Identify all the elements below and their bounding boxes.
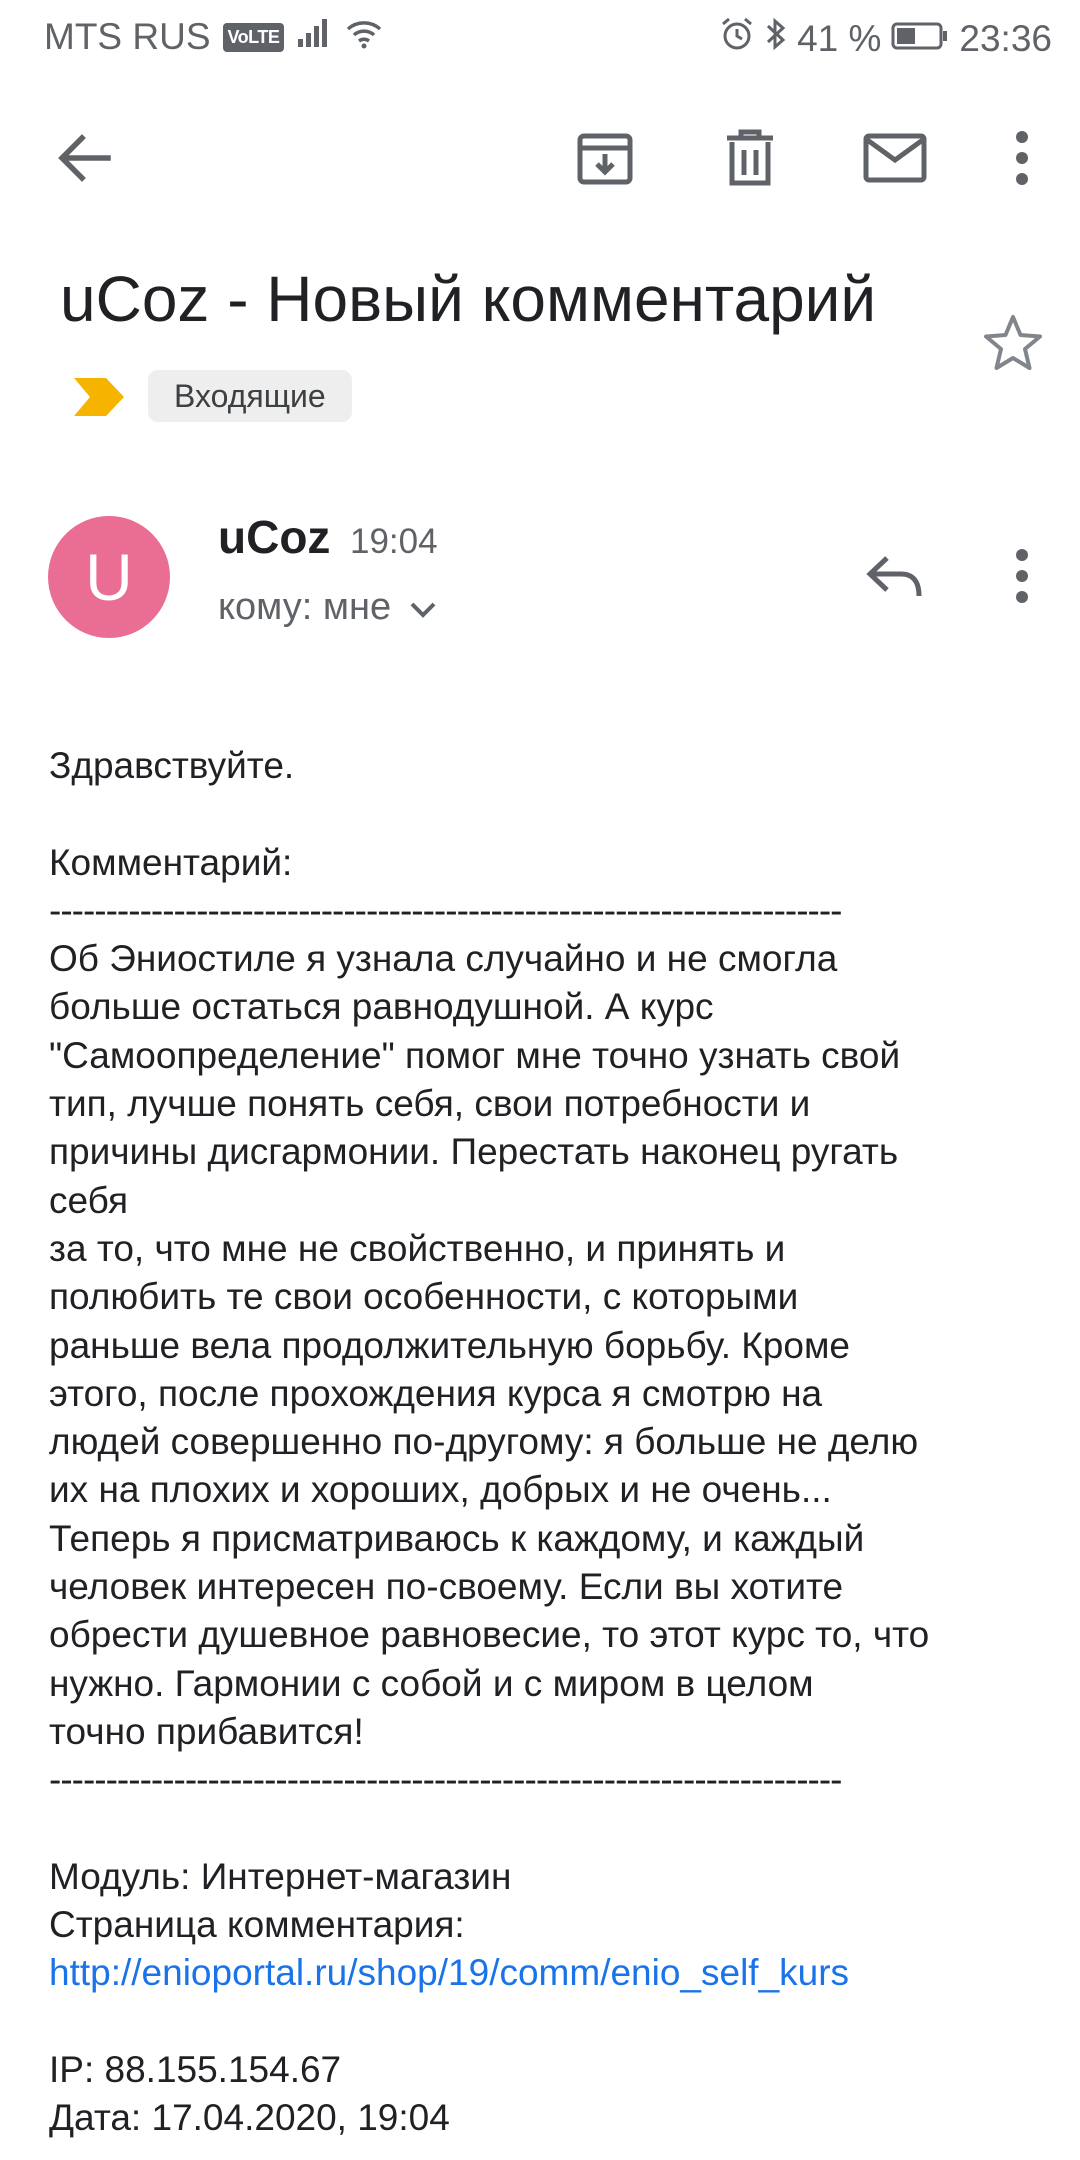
back-button[interactable] bbox=[44, 118, 124, 198]
body-line: человек интересен по-своему. Если вы хот… bbox=[49, 1566, 844, 1608]
arrow-back-icon bbox=[56, 132, 112, 184]
archive-icon bbox=[575, 128, 635, 188]
clock: 23:36 bbox=[959, 17, 1052, 59]
body-line: тип, лучше понять себя, свои потребности… bbox=[49, 1083, 811, 1125]
more-vert-icon bbox=[1015, 130, 1029, 186]
body-line: людей совершенно по-другому: я больше не… bbox=[49, 1421, 919, 1463]
body-line: больше остаться равнодушной. А курс bbox=[49, 986, 714, 1028]
mark-unread-button[interactable] bbox=[855, 118, 935, 198]
archive-button[interactable] bbox=[565, 118, 645, 198]
volte-badge: VoLTE bbox=[222, 22, 285, 52]
ip-line: IP: 88.155.154.67 bbox=[49, 2049, 342, 2091]
body-line: этого, после прохождения курса я смотрю … bbox=[49, 1372, 823, 1414]
inbox-label-chip[interactable]: Входящие bbox=[148, 370, 352, 422]
body-line: Об Эниостиле я узнала случайно и не смог… bbox=[49, 938, 838, 980]
trash-icon bbox=[723, 128, 777, 188]
body-line: Модуль: Интернет-магазин bbox=[49, 1855, 512, 1897]
body-line: Комментарий: bbox=[49, 841, 293, 883]
body-divider: ----------------------------------------… bbox=[49, 1759, 843, 1801]
bluetooth-icon bbox=[765, 16, 787, 61]
body-line: полюбить те свои особенности, с которыми bbox=[49, 1276, 799, 1318]
avatar[interactable]: U bbox=[48, 516, 170, 638]
delete-button[interactable] bbox=[710, 118, 790, 198]
wifi-icon bbox=[344, 16, 384, 58]
mail-icon bbox=[863, 133, 927, 183]
body-line: Теперь я присматриваюсь к каждому, и каж… bbox=[49, 1517, 865, 1559]
reply-button[interactable] bbox=[856, 540, 932, 616]
more-vert-icon bbox=[1015, 548, 1029, 609]
chevron-down-icon bbox=[409, 586, 437, 629]
body-line: нужно. Гармонии с собой и с миром в цело… bbox=[49, 1662, 814, 1704]
star-button[interactable] bbox=[978, 310, 1048, 380]
body-line: себя bbox=[49, 1179, 129, 1221]
carrier-name: MTS RUS bbox=[44, 16, 211, 57]
sender-name: uCoz bbox=[218, 511, 331, 563]
email-subject: uCoz - Новый комментарий bbox=[60, 263, 877, 335]
body-line: Здравствуйте. bbox=[49, 745, 295, 786]
reply-icon bbox=[865, 554, 923, 603]
date-line: Дата: 17.04.2020, 19:04 bbox=[49, 2097, 450, 2139]
message-more-options-button[interactable] bbox=[1002, 540, 1042, 616]
body-line: обрести душевное равновесие, то этот кур… bbox=[49, 1614, 930, 1656]
body-line: их на плохих и хороших, добрых и не очен… bbox=[49, 1469, 832, 1511]
status-bar: MTS RUS VoLTE 41 % 23:36 bbox=[0, 0, 1080, 76]
comment-page-link[interactable]: http://enioportal.ru/shop/19/comm/enio_s… bbox=[49, 1952, 849, 1993]
star-outline-icon bbox=[982, 313, 1044, 378]
recipient-text: кому: мне bbox=[218, 586, 392, 628]
body-line: Страница комментария: bbox=[49, 1904, 465, 1946]
email-body: Здравствуйте. Комментарий: -------------… bbox=[49, 742, 1059, 2143]
body-line: раньше вела продолжительную борьбу. Кром… bbox=[49, 1324, 850, 1366]
battery-percent: 41 % bbox=[797, 17, 882, 59]
body-line bbox=[49, 1805, 1059, 1853]
alarm-icon bbox=[719, 16, 755, 61]
battery-icon bbox=[891, 18, 949, 60]
signal-icon bbox=[296, 16, 332, 58]
important-marker-icon bbox=[72, 376, 126, 423]
body-line: за то, что мне не свойственно, и принять… bbox=[49, 1227, 786, 1269]
message-time: 19:04 bbox=[350, 522, 438, 561]
recipient-details-toggle[interactable]: кому: мне bbox=[218, 586, 437, 629]
body-divider: ----------------------------------------… bbox=[49, 889, 843, 931]
body-line bbox=[49, 790, 1059, 838]
body-line: причины дисгармонии. Перестать наконец р… bbox=[49, 1131, 899, 1173]
more-options-button[interactable] bbox=[1002, 118, 1042, 198]
body-line: точно прибавится! bbox=[49, 1710, 364, 1752]
body-line: "Самоопределение" помог мне точно узнать… bbox=[49, 1034, 901, 1076]
